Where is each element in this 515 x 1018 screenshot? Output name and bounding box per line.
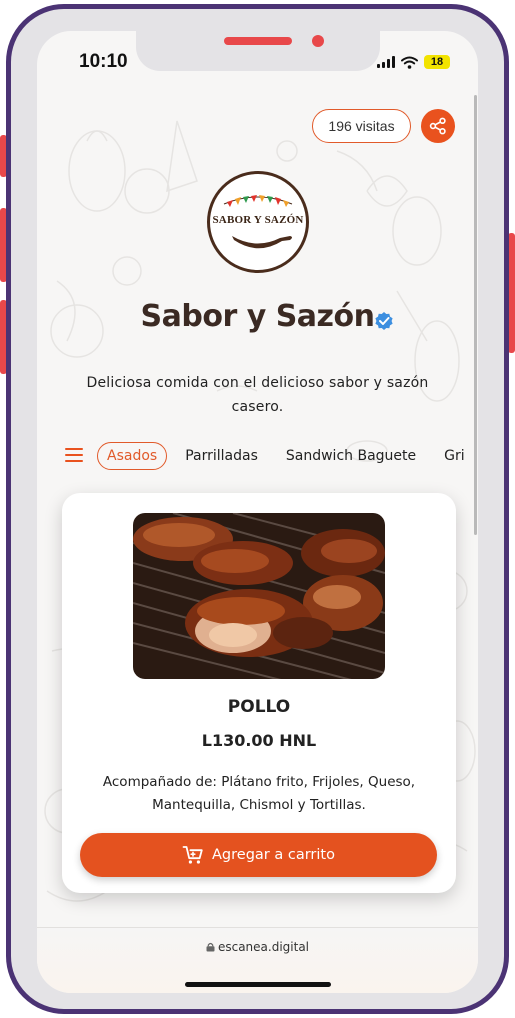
hamburger-menu-icon[interactable] <box>65 448 83 462</box>
category-nav: Asados Parrilladas Sandwich Baguete Gri <box>37 439 478 473</box>
visits-counter: 196 visitas <box>312 109 411 143</box>
system-icons: 18 <box>377 55 450 69</box>
tab-sandwich-baguete[interactable]: Sandwich Baguete <box>276 442 426 470</box>
tab-gri[interactable]: Gri <box>434 442 475 470</box>
home-indicator[interactable] <box>185 982 331 987</box>
restaurant-description: Deliciosa comida con el delicioso sabor … <box>86 375 429 415</box>
share-button[interactable] <box>421 109 455 143</box>
restaurant-logo: SABOR Y SAZÓN <box>207 171 309 273</box>
phone-frame: 10:10 18 196 visitas SABOR Y SAZÓN Sabor… <box>6 4 509 1014</box>
product-card[interactable]: POLLO L130.00 HNL Acompañado de: Plátano… <box>62 493 456 893</box>
notch-speaker <box>224 37 292 45</box>
lock-icon <box>206 942 215 952</box>
cart-icon <box>182 846 203 864</box>
tab-asados[interactable]: Asados <box>97 442 168 470</box>
status-bar: 10:10 18 <box>37 31 478 89</box>
tab-parrilladas[interactable]: Parrilladas <box>175 442 268 470</box>
share-icon <box>429 117 446 135</box>
add-to-cart-button[interactable]: Agregar a carrito <box>80 833 437 877</box>
logo-text: SABOR Y SAZÓN <box>212 214 304 226</box>
phone-power-button <box>508 233 515 353</box>
url-display[interactable]: escanea.digital <box>37 940 478 954</box>
screen: 10:10 18 196 visitas SABOR Y SAZÓN Sabor… <box>37 31 478 993</box>
notch-camera <box>312 35 324 47</box>
verified-badge-icon <box>375 312 393 330</box>
product-name: POLLO <box>227 697 291 717</box>
product-price: L130.00 HNL <box>201 731 317 750</box>
add-to-cart-label: Agregar a carrito <box>212 847 335 863</box>
battery-icon: 18 <box>424 55 450 69</box>
status-time: 10:10 <box>79 51 128 72</box>
wifi-icon <box>401 56 418 69</box>
product-description: Acompañado de: Plátano frito, Frijoles, … <box>102 774 416 813</box>
browser-url-bar[interactable]: escanea.digital <box>37 927 478 993</box>
phone-notch <box>136 31 380 71</box>
signal-icon <box>377 56 395 68</box>
restaurant-name: Sabor y Sazón <box>140 299 375 334</box>
category-tabs: Asados Parrilladas Sandwich Baguete Gri <box>97 439 475 473</box>
url-text: escanea.digital <box>217 940 310 954</box>
product-image[interactable] <box>133 513 385 679</box>
